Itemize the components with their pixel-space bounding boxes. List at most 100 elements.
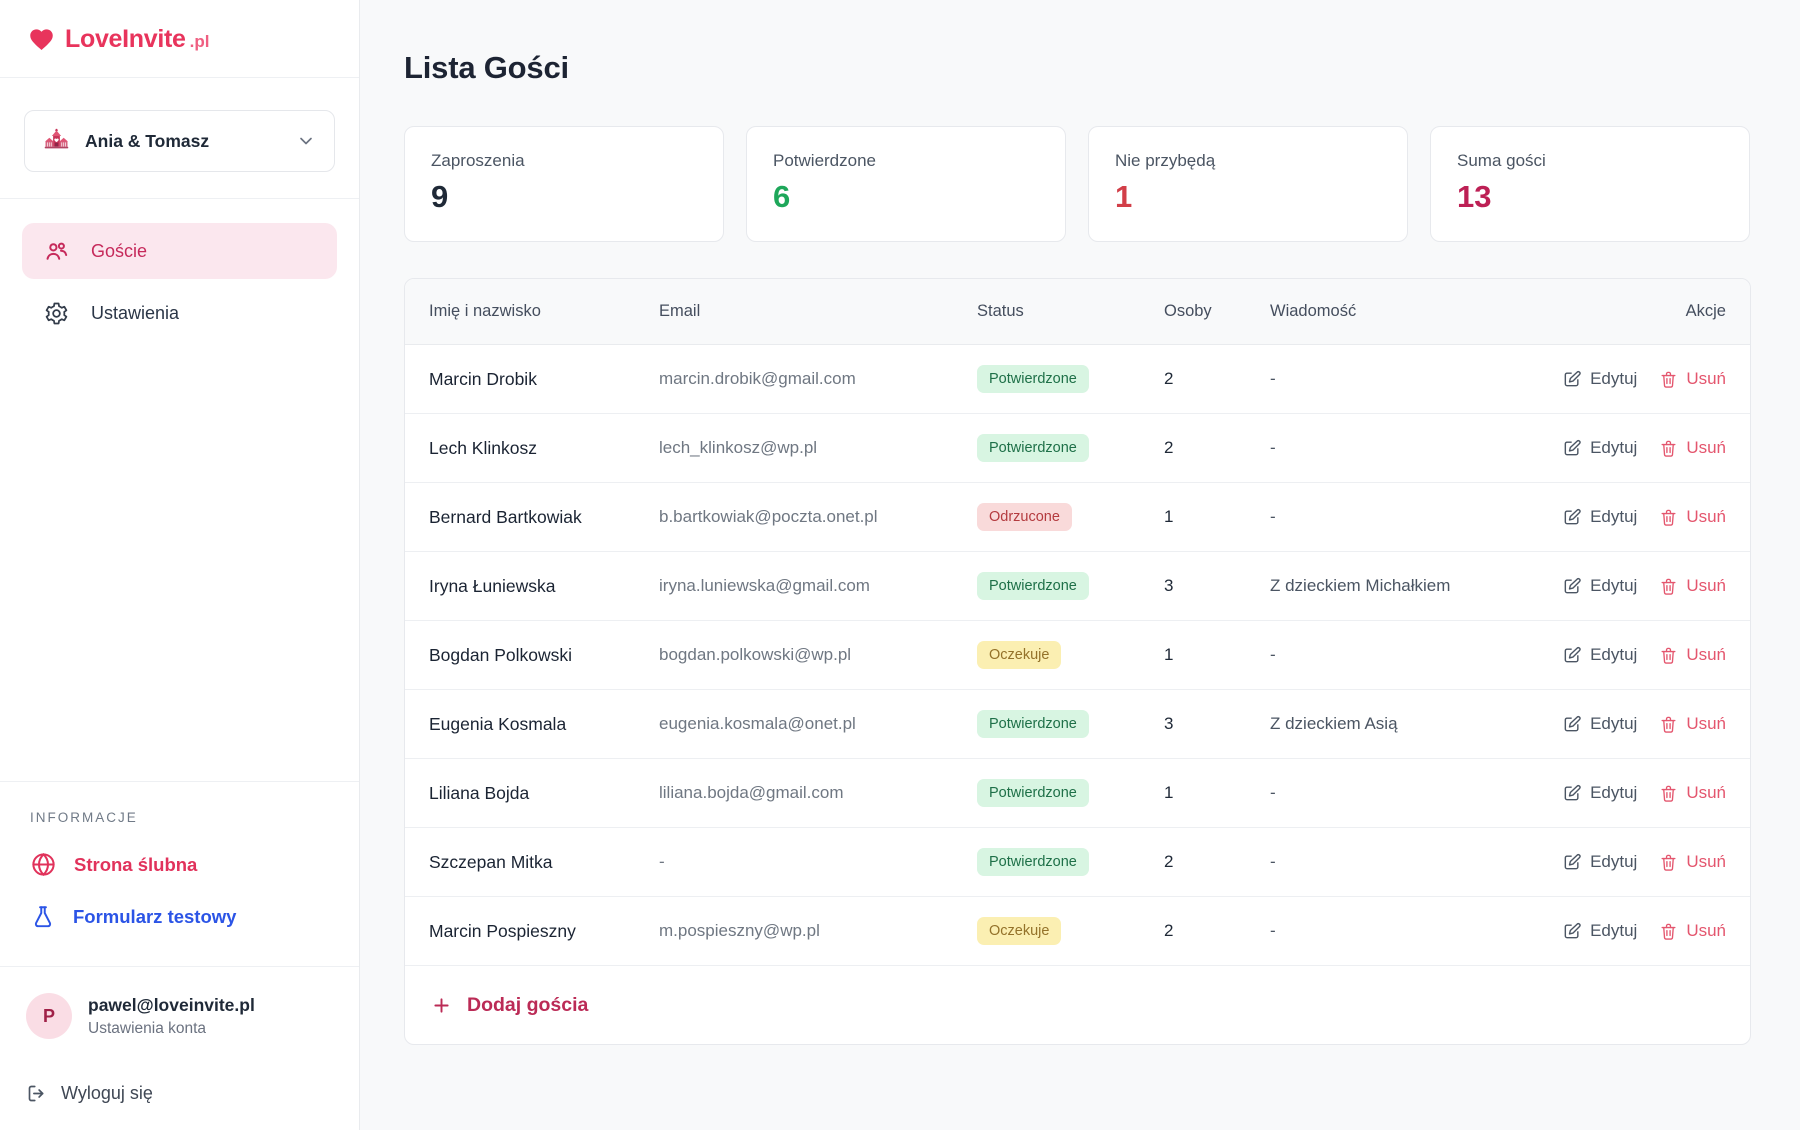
guest-email: eugenia.kosmala@onet.pl: [659, 714, 977, 734]
guest-message: -: [1270, 852, 1536, 872]
plus-icon: [431, 995, 452, 1016]
table-row: Bogdan Polkowski bogdan.polkowski@wp.pl …: [405, 621, 1750, 690]
edit-icon: [1562, 852, 1582, 872]
sidebar-nav: Goście Ustawienia: [0, 199, 359, 341]
user-section: P pawel@loveinvite.pl Ustawienia konta W…: [0, 966, 359, 1130]
edit-icon: [1562, 645, 1582, 665]
edit-icon: [1562, 576, 1582, 596]
stat-label: Nie przybędą: [1115, 151, 1381, 171]
user-email: pawel@loveinvite.pl: [88, 995, 255, 1016]
edit-icon: [1562, 438, 1582, 458]
guest-persons: 2: [1164, 852, 1270, 872]
project-selector[interactable]: Ania & Tomasz: [24, 110, 335, 172]
logout-icon: [26, 1083, 47, 1104]
edit-button[interactable]: Edytuj: [1562, 576, 1637, 596]
guest-name: Liliana Bojda: [429, 783, 659, 804]
guest-message: -: [1270, 369, 1536, 389]
trash-icon: [1659, 853, 1678, 872]
guest-persons: 2: [1164, 921, 1270, 941]
edit-button[interactable]: Edytuj: [1562, 645, 1637, 665]
account-settings[interactable]: P pawel@loveinvite.pl Ustawienia konta: [26, 993, 333, 1039]
guest-message: -: [1270, 507, 1536, 527]
guest-persons: 1: [1164, 645, 1270, 665]
logout-button[interactable]: Wyloguj się: [26, 1083, 333, 1104]
trash-icon: [1659, 370, 1678, 389]
status-badge: Odrzucone: [977, 503, 1072, 532]
guest-email: iryna.luniewska@gmail.com: [659, 576, 977, 596]
info-link-label: Formularz testowy: [73, 906, 236, 928]
edit-button[interactable]: Edytuj: [1562, 369, 1637, 389]
table-row: Marcin Drobik marcin.drobik@gmail.com Po…: [405, 345, 1750, 414]
stats-row: Zaproszenia 9 Potwierdzone 6 Nie przybęd…: [404, 126, 1751, 242]
church-icon: [43, 128, 70, 155]
delete-button[interactable]: Usuń: [1659, 369, 1726, 389]
table-row: Liliana Bojda liliana.bojda@gmail.com Po…: [405, 759, 1750, 828]
stat-value: 9: [431, 179, 697, 215]
guest-name: Lech Klinkosz: [429, 438, 659, 459]
guest-message: -: [1270, 438, 1536, 458]
status-badge: Potwierdzone: [977, 572, 1089, 601]
globe-icon: [30, 851, 57, 878]
stat-card-potwierdzone: Potwierdzone 6: [746, 126, 1066, 242]
guest-persons: 1: [1164, 783, 1270, 803]
guests-icon: [44, 239, 69, 264]
column-header-email: Email: [659, 302, 977, 321]
project-selector-label: Ania & Tomasz: [85, 131, 209, 152]
guest-name: Marcin Pospieszny: [429, 921, 659, 942]
sidebar-item-ustawienia[interactable]: Ustawienia: [22, 285, 337, 341]
column-header-osoby: Osoby: [1164, 302, 1270, 321]
guest-persons: 1: [1164, 507, 1270, 527]
link-formularz-testowy[interactable]: Formularz testowy: [30, 904, 329, 930]
edit-button[interactable]: Edytuj: [1562, 507, 1637, 527]
column-header-status: Status: [977, 302, 1164, 321]
guest-message: Z dzieckiem Asią: [1270, 714, 1536, 734]
column-header-name: Imię i nazwisko: [429, 302, 659, 321]
guest-name: Szczepan Mitka: [429, 852, 659, 873]
delete-button[interactable]: Usuń: [1659, 921, 1726, 941]
delete-button[interactable]: Usuń: [1659, 783, 1726, 803]
avatar: P: [26, 993, 72, 1039]
table-footer: Dodaj gościa: [405, 966, 1750, 1044]
trash-icon: [1659, 922, 1678, 941]
trash-icon: [1659, 715, 1678, 734]
guest-name: Eugenia Kosmala: [429, 714, 659, 735]
table-row: Szczepan Mitka - Potwierdzone 2 - Edytuj: [405, 828, 1750, 897]
status-badge: Potwierdzone: [977, 710, 1089, 739]
stat-card-suma-gosci: Suma gości 13: [1430, 126, 1750, 242]
guest-email: m.pospieszny@wp.pl: [659, 921, 977, 941]
delete-button[interactable]: Usuń: [1659, 852, 1726, 872]
guest-persons: 3: [1164, 576, 1270, 596]
guest-persons: 3: [1164, 714, 1270, 734]
stat-value: 1: [1115, 179, 1381, 215]
table-row: Bernard Bartkowiak b.bartkowiak@poczta.o…: [405, 483, 1750, 552]
guest-email: liliana.bojda@gmail.com: [659, 783, 977, 803]
table-body: Marcin Drobik marcin.drobik@gmail.com Po…: [405, 345, 1750, 966]
edit-button[interactable]: Edytuj: [1562, 714, 1637, 734]
edit-icon: [1562, 369, 1582, 389]
page-title: Lista Gości: [404, 50, 1751, 86]
table-row: Lech Klinkosz lech_klinkosz@wp.pl Potwie…: [405, 414, 1750, 483]
logo: LoveInvite .pl: [0, 0, 359, 78]
guest-persons: 2: [1164, 438, 1270, 458]
edit-button[interactable]: Edytuj: [1562, 921, 1637, 941]
sidebar-item-label: Ustawienia: [91, 303, 179, 324]
trash-icon: [1659, 646, 1678, 665]
edit-button[interactable]: Edytuj: [1562, 783, 1637, 803]
logout-label: Wyloguj się: [61, 1083, 153, 1104]
delete-button[interactable]: Usuń: [1659, 438, 1726, 458]
column-header-akcje: Akcje: [1536, 302, 1726, 321]
user-subtitle: Ustawienia konta: [88, 1020, 255, 1038]
sidebar-spacer: [0, 341, 359, 781]
delete-button[interactable]: Usuń: [1659, 645, 1726, 665]
link-strona-slubna[interactable]: Strona ślubna: [30, 851, 329, 878]
add-guest-button[interactable]: Dodaj gościa: [431, 994, 588, 1017]
guest-email: marcin.drobik@gmail.com: [659, 369, 977, 389]
delete-button[interactable]: Usuń: [1659, 507, 1726, 527]
stat-label: Zaproszenia: [431, 151, 697, 171]
edit-button[interactable]: Edytuj: [1562, 852, 1637, 872]
delete-button[interactable]: Usuń: [1659, 714, 1726, 734]
stat-label: Potwierdzone: [773, 151, 1039, 171]
delete-button[interactable]: Usuń: [1659, 576, 1726, 596]
sidebar-item-goscie[interactable]: Goście: [22, 223, 337, 279]
edit-button[interactable]: Edytuj: [1562, 438, 1637, 458]
